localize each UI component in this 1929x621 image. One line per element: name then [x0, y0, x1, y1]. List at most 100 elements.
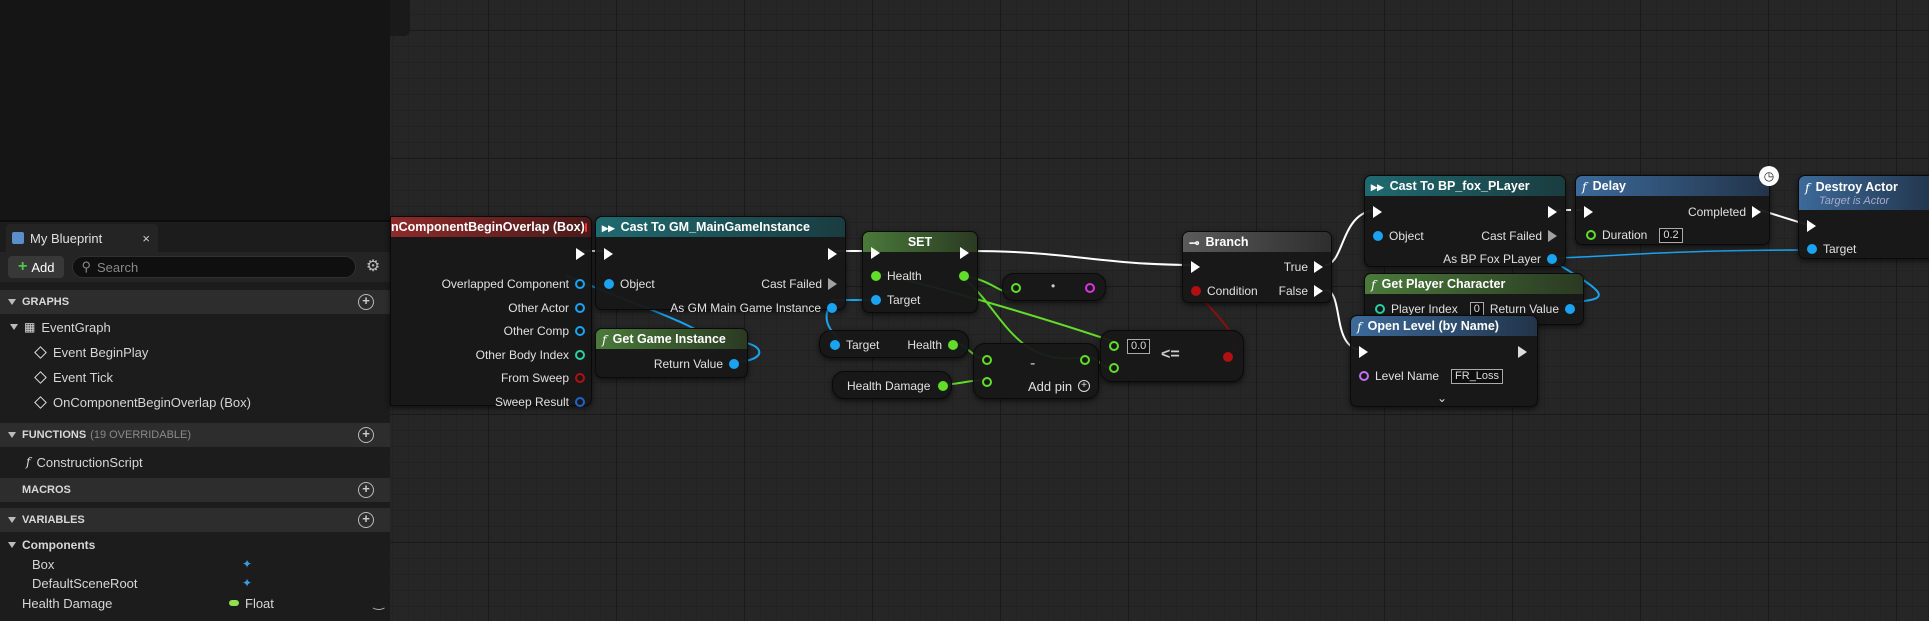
- node-delay[interactable]: f Delay Completed Duration 0.2 ◷: [1575, 166, 1779, 245]
- pin-a[interactable]: 0.0: [1109, 338, 1151, 354]
- pin-other-actor[interactable]: Other Actor: [508, 300, 585, 316]
- add-pin-button[interactable]: Add pin +: [1028, 378, 1091, 394]
- tree-item-event[interactable]: Event Tick: [0, 366, 390, 388]
- section-variables[interactable]: VARIABLES +: [0, 508, 390, 532]
- node-component-begin-overlap[interactable]: nComponentBeginOverlap (Box) Overlapped …: [390, 216, 592, 409]
- tree-item-component[interactable]: DefaultSceneRoot ✦: [0, 572, 390, 594]
- pin-completed[interactable]: Completed: [1688, 204, 1761, 220]
- node-reroute-compact[interactable]: •: [1002, 273, 1106, 301]
- node-less-equal[interactable]: 0.0 <=: [1100, 330, 1244, 382]
- pin-out[interactable]: [1080, 352, 1090, 368]
- pin-label: Duration: [1602, 228, 1648, 242]
- pin-exec-in[interactable]: [871, 245, 880, 261]
- tree-item-variable[interactable]: Health Damage Float ‿: [0, 592, 390, 614]
- graph-canvas[interactable]: [390, 0, 1929, 621]
- node-branch[interactable]: ⊸ Branch True Condition False: [1182, 231, 1332, 303]
- level-name-value[interactable]: FR_Loss: [1451, 368, 1504, 384]
- tree-item-event[interactable]: Event BeginPlay: [0, 341, 390, 363]
- pin-health-in[interactable]: Health: [871, 268, 922, 284]
- pin-as-bp-fox-player[interactable]: As BP Fox PLayer: [1443, 251, 1557, 267]
- blueprint-icon: [12, 232, 24, 244]
- duration-value[interactable]: 0.2: [1659, 227, 1683, 243]
- add-macro-icon[interactable]: +: [358, 482, 374, 498]
- section-macros[interactable]: MACROS +: [0, 478, 390, 502]
- pin-level-name[interactable]: Level Name FR_Loss: [1359, 368, 1504, 384]
- pin-target[interactable]: Target: [1807, 241, 1856, 257]
- pin-b[interactable]: [1109, 360, 1119, 376]
- pin-exec-out[interactable]: [576, 246, 585, 262]
- event-label: OnComponentBeginOverlap (Box): [53, 394, 251, 410]
- pin-cast-failed[interactable]: Cast Failed: [1481, 228, 1557, 244]
- pin-other-body-index[interactable]: Other Body Index: [476, 347, 585, 363]
- node-get-game-instance[interactable]: f Get Game Instance Return Value: [595, 328, 748, 378]
- gear-icon[interactable]: ⚙: [364, 258, 382, 276]
- pin-true[interactable]: True: [1284, 259, 1323, 275]
- add-pin-icon: +: [1078, 380, 1091, 392]
- pin-exec-out[interactable]: [828, 246, 837, 262]
- pin-health-out[interactable]: Health: [907, 337, 958, 353]
- compare-value[interactable]: 0.0: [1127, 338, 1151, 354]
- collapse-arrow-icon: [8, 542, 16, 548]
- node-subtract[interactable]: - Add pin +: [973, 343, 1099, 399]
- pin-float-in[interactable]: [1011, 280, 1021, 296]
- function-icon: f: [1582, 178, 1587, 194]
- eye-icon[interactable]: ‿: [374, 595, 384, 611]
- section-graphs[interactable]: GRAPHS +: [0, 290, 390, 314]
- pin-target[interactable]: Target: [830, 337, 879, 353]
- pin-overlapped-component[interactable]: Overlapped Component: [442, 276, 585, 292]
- node-open-level-by-name[interactable]: f Open Level (by Name) Level Name FR_Loss…: [1350, 315, 1538, 407]
- add-variable-icon[interactable]: +: [358, 512, 374, 528]
- pin-out[interactable]: [1085, 280, 1095, 296]
- pin-false[interactable]: False: [1279, 283, 1323, 299]
- pin-object[interactable]: Object: [604, 276, 655, 292]
- section-functions[interactable]: FUNCTIONS (19 OVERRIDABLE) +: [0, 423, 390, 447]
- tree-item-eventgraph[interactable]: ▦ EventGraph: [0, 316, 390, 338]
- close-icon[interactable]: ×: [142, 231, 150, 246]
- chevron-down-icon[interactable]: ⌄: [1437, 390, 1447, 406]
- pin-object[interactable]: Object: [1373, 228, 1424, 244]
- pin-duration[interactable]: Duration 0.2: [1586, 227, 1683, 243]
- pin-label: Return Value: [1489, 302, 1559, 316]
- pin-exec-in[interactable]: [604, 246, 613, 262]
- add-button[interactable]: + Add: [8, 256, 65, 278]
- node-cast-to-bp-fox-player[interactable]: ▸▸ Cast To BP_fox_PLayer Object Cast Fai…: [1364, 175, 1566, 267]
- pin-other-comp[interactable]: Other Comp: [504, 323, 585, 339]
- pin-exec-in[interactable]: [1807, 218, 1816, 234]
- pin-health-damage[interactable]: Health Damage: [847, 378, 949, 394]
- tree-item-function[interactable]: f ConstructionScript: [0, 451, 390, 473]
- pin-exec-out[interactable]: [1518, 344, 1527, 360]
- pin-a[interactable]: [982, 352, 992, 368]
- pin-sweep-result[interactable]: Sweep Result: [495, 394, 585, 410]
- pin-label: Cast Failed: [761, 277, 822, 291]
- pin-return-value[interactable]: Return Value: [654, 356, 739, 372]
- search-input[interactable]: ⚲ Search: [72, 256, 356, 278]
- pin-b[interactable]: [982, 374, 992, 390]
- pin-label: Health: [887, 269, 922, 283]
- pin-exec-in[interactable]: [1373, 204, 1382, 220]
- tab-my-blueprint[interactable]: My Blueprint ×: [6, 224, 158, 252]
- node-destroy-actor[interactable]: f Destroy Actor Target is Actor Target: [1798, 175, 1929, 259]
- pin-health-out[interactable]: [959, 268, 969, 284]
- node-get-health-damage[interactable]: Health Damage: [832, 371, 952, 399]
- pin-target[interactable]: Target: [871, 292, 920, 308]
- pin-exec-in[interactable]: [1584, 204, 1593, 220]
- add-function-icon[interactable]: +: [358, 427, 374, 443]
- node-cast-to-gm-main-game-instance[interactable]: ▸▸ Cast To GM_MainGameInstance Object Ca…: [595, 216, 846, 315]
- pin-exec-out[interactable]: [1548, 204, 1557, 220]
- pin-as-gm-main-game-instance[interactable]: As GM Main Game Instance: [670, 300, 837, 316]
- pin-from-sweep[interactable]: From Sweep: [501, 370, 585, 386]
- component-label: Box: [32, 556, 55, 572]
- add-button-label: Add: [31, 259, 55, 275]
- pin-exec-out[interactable]: [960, 245, 969, 261]
- pin-label: Health Damage: [847, 379, 931, 393]
- component-icon: ✦: [242, 557, 253, 571]
- add-graph-icon[interactable]: +: [358, 294, 374, 310]
- node-get-health[interactable]: Target Health: [819, 330, 969, 358]
- pin-out-bool[interactable]: [1223, 349, 1233, 365]
- tree-item-event[interactable]: OnComponentBeginOverlap (Box): [0, 391, 390, 413]
- pin-exec-in[interactable]: [1191, 259, 1200, 275]
- pin-exec-in[interactable]: [1359, 344, 1368, 360]
- pin-condition[interactable]: Condition: [1191, 283, 1258, 299]
- node-set-health[interactable]: SET Health Target: [862, 231, 978, 313]
- pin-cast-failed[interactable]: Cast Failed: [761, 276, 837, 292]
